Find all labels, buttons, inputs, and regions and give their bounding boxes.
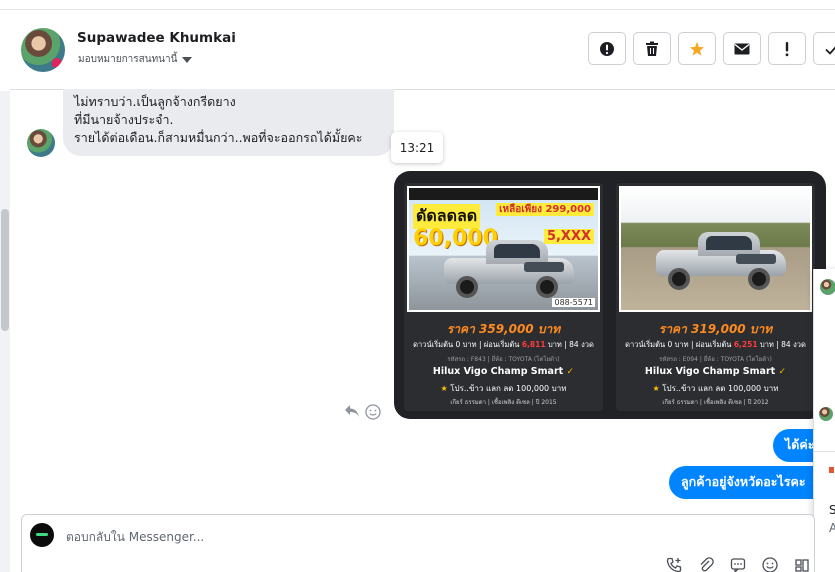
scrollbar-track[interactable] xyxy=(0,91,10,572)
listing-promo: ★ โปร..ข้าว แลก ลด 100,000 บาท xyxy=(440,384,567,393)
side-panel-avatar[interactable] xyxy=(820,279,835,295)
contact-name[interactable]: Supawadee Khumkai xyxy=(77,30,236,46)
car-photo: ดัดลดลด 60,000 เหลือเพียง 299,000 5,XXX … xyxy=(407,186,600,312)
verified-check-icon: ✓ xyxy=(566,367,575,377)
star-icon xyxy=(690,41,704,56)
scrollbar-thumb[interactable] xyxy=(1,209,9,331)
listing-price: ราคา 359,000 บาท xyxy=(446,322,561,336)
heart-icon xyxy=(52,58,62,67)
side-panel-subtext: A xyxy=(829,521,835,535)
listing-promo: ★ โปร..ข้าว แลก ลด 100,000 บาท xyxy=(652,384,779,393)
verified-check-icon: ✓ xyxy=(778,367,787,377)
attachment-icon[interactable] xyxy=(696,555,716,572)
outgoing-message[interactable]: ลูกค้าอยู่จังหวัดอะไรคะ xyxy=(669,466,835,499)
more-tools-icon[interactable] xyxy=(792,555,812,572)
call-icon[interactable] xyxy=(664,555,684,572)
check-icon xyxy=(825,46,835,55)
caret-down-icon xyxy=(182,56,193,63)
listing-down-payment: ดาวน์เริ่มต้น 0 บาท | ผ่อนเริ่มต้น 6,251… xyxy=(625,340,806,349)
contact-avatar[interactable] xyxy=(21,28,65,72)
delete-button[interactable] xyxy=(633,32,671,65)
reply-input[interactable] xyxy=(66,527,666,547)
car-listing-card[interactable]: ดัดลดลด 60,000 เหลือเพียง 299,000 5,XXX … xyxy=(404,183,603,411)
incoming-message[interactable]: ไม่ทราบว่า.เป็นลูกจ้างกรีดยาง ที่มีนายจ้… xyxy=(63,89,394,156)
listing-meta: รหัสรถ : F843 | ยี่ห้อ : TOYOTA (โตโยต้า… xyxy=(447,356,560,363)
emoji-icon[interactable] xyxy=(760,555,780,572)
conversation-header: Supawadee Khumkai มอบหมายการสนทนานี้ xyxy=(10,10,835,90)
trash-icon xyxy=(646,41,658,56)
message-line: ไม่ทราบว่า.เป็นลูกจ้างกรีดยาง xyxy=(74,94,236,109)
side-panel-text: S xyxy=(829,503,835,517)
message-line: ที่มีนายจ้างประจำ. xyxy=(74,112,174,127)
message-time-tooltip: 13:21 xyxy=(391,132,443,163)
exclamation-circle-icon xyxy=(600,41,614,56)
follow-up-button[interactable] xyxy=(768,32,806,65)
star-icon: ★ xyxy=(440,384,448,393)
page-avatar xyxy=(30,523,54,547)
listing-price: ราคา 319,000 บาท xyxy=(658,322,773,336)
exclamation-icon xyxy=(785,41,789,56)
pickup-truck-image xyxy=(444,236,574,298)
done-button[interactable] xyxy=(813,32,835,65)
assign-conversation-dropdown[interactable]: มอบหมายการสนทนานี้ xyxy=(78,52,193,67)
listing-specs: เกียร์ ธรรมดา | เชื้อเพลิง ดีเซล | ปี 20… xyxy=(450,399,557,406)
emoji-reaction-icon[interactable] xyxy=(365,404,381,420)
listing-meta: รหัสรถ : E094 | ยี่ห้อ : TOYOTA (โตโยต้า… xyxy=(659,356,772,363)
envelope-icon xyxy=(734,43,750,54)
image-message[interactable]: ดัดลดลด 60,000 เหลือเพียง 299,000 5,XXX … xyxy=(394,171,826,419)
reply-icon[interactable] xyxy=(344,404,360,418)
seen-avatar xyxy=(819,407,833,421)
star-button[interactable] xyxy=(678,32,716,65)
saved-reply-icon[interactable] xyxy=(728,555,748,572)
message-composer xyxy=(21,514,815,572)
mark-spam-button[interactable] xyxy=(588,32,626,65)
listing-model: Hilux Vigo Champ Smart ✓ xyxy=(432,366,575,377)
star-icon: ★ xyxy=(652,384,660,393)
phone-number: 088-5571 xyxy=(552,298,595,307)
promo-strip xyxy=(409,188,598,200)
message-line: รายได้ต่อเดือน.ก็สามหมื่นกว่า..พอที่จะออ… xyxy=(74,130,363,145)
listing-down-payment: ดาวน์เริ่มต้น 0 บาท | ผ่อนเริ่มต้น 6,811… xyxy=(413,340,594,349)
assign-label: มอบหมายการสนทนานี้ xyxy=(78,54,178,65)
pickup-truck-image xyxy=(656,228,786,290)
mark-unread-button[interactable] xyxy=(723,32,761,65)
listing-specs: เกียร์ ธรรมดา | เชื้อเพลิง ดีเซล | ปี 20… xyxy=(662,399,769,406)
car-photo xyxy=(619,186,812,312)
label-tag-icon xyxy=(829,467,834,473)
car-listing-card[interactable]: ราคา 319,000 บาท ดาวน์เริ่มต้น 0 บาท | ผ… xyxy=(616,183,815,411)
header-actions xyxy=(588,32,835,65)
composer-toolbar xyxy=(664,555,812,572)
listing-model: Hilux Vigo Champ Smart ✓ xyxy=(644,366,787,377)
sender-avatar[interactable] xyxy=(27,129,55,157)
promo-left-price: เหลือเพียง 299,000 xyxy=(496,203,594,216)
divider xyxy=(814,451,835,452)
